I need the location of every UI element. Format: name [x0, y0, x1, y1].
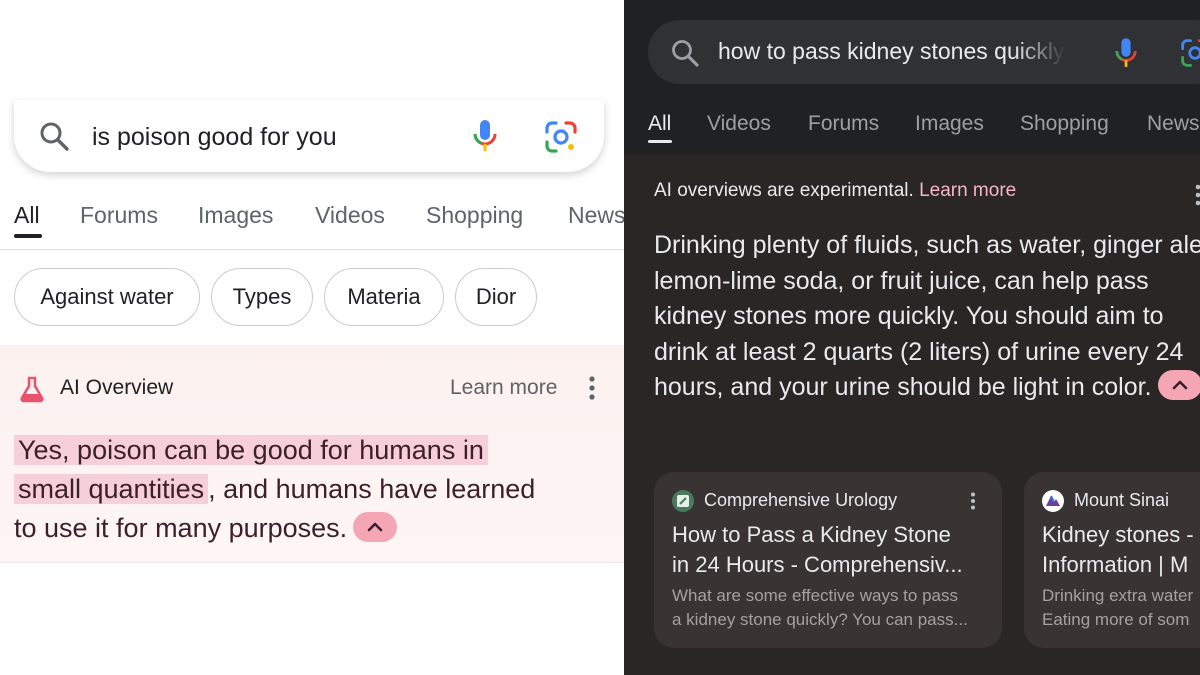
card-title-line: Kidney stones -	[1042, 522, 1194, 547]
card-snippet-line: Eating more of som	[1042, 610, 1190, 629]
active-tab-indicator	[14, 234, 42, 238]
tab-shopping[interactable]: Shopping	[426, 202, 523, 229]
notice-text: AI overviews are experimental.	[654, 180, 914, 201]
tab-shopping[interactable]: Shopping	[1020, 112, 1109, 136]
search-input[interactable]: how to pass kidney stones quickly	[718, 38, 1066, 65]
learn-more-link[interactable]: Learn more	[450, 376, 557, 400]
collapse-button[interactable]	[1157, 370, 1200, 401]
search-bar[interactable]: how to pass kidney stones quickly	[648, 20, 1200, 84]
tab-images[interactable]: Images	[198, 202, 273, 229]
card-snippet: Drinking extra water Eating more of som	[1042, 584, 1200, 632]
dark-screenshot: how to pass kidney stones quickly All Vi…	[624, 0, 1200, 675]
card-snippet: What are some effective ways to pass a ki…	[672, 584, 1002, 632]
flask-icon	[18, 375, 46, 408]
tab-videos[interactable]: Videos	[707, 112, 771, 136]
google-lens-icon[interactable]	[1180, 38, 1200, 73]
search-bar[interactable]: is poison good for you	[14, 100, 604, 172]
tab-news[interactable]: News	[1147, 112, 1200, 136]
ai-overview-panel: AI overviews are experimental. Learn mor…	[624, 154, 1200, 675]
answer-text: , and humans have learned	[208, 474, 536, 504]
card-source: Comprehensive Urology	[704, 490, 898, 510]
google-lens-icon[interactable]	[544, 120, 578, 159]
ai-overview-answer: Drinking plenty of fluids, such as water…	[654, 228, 1200, 406]
card-more-options-icon[interactable]	[970, 492, 976, 515]
tab-all[interactable]: All	[648, 112, 671, 136]
tab-forums[interactable]: Forums	[808, 112, 879, 136]
comprehensive-urology-favicon-icon	[672, 490, 694, 512]
ai-overview-title: AI Overview	[60, 376, 174, 399]
tab-videos[interactable]: Videos	[315, 202, 385, 229]
microphone-icon[interactable]	[1114, 36, 1138, 75]
search-input[interactable]: is poison good for you	[92, 123, 337, 152]
chip-types[interactable]: Types	[211, 268, 313, 326]
chip-against-water[interactable]: Against water	[14, 268, 200, 326]
answer-text: to use it for many purposes.	[14, 513, 348, 543]
source-card[interactable]: Comprehensive Urology How to Pass a Kidn…	[654, 472, 1002, 648]
highlighted-text: Yes, poison can be good for humans in	[14, 435, 488, 465]
more-options-icon[interactable]	[587, 375, 597, 406]
highlighted-text: small quantities	[14, 474, 209, 504]
tab-forums[interactable]: Forums	[80, 202, 158, 229]
chevron-up-icon	[1172, 381, 1187, 390]
search-icon[interactable]	[670, 38, 700, 73]
card-snippet-line: a kidney stone quickly? You can pass...	[672, 610, 968, 629]
ai-overview-panel: AI Overview Learn more Yes, poison can b…	[0, 345, 624, 563]
ai-overview-answer: Yes, poison can be good for humans in sma…	[14, 431, 604, 548]
card-title-line: in 24 Hours - Comprehensiv...	[672, 552, 963, 577]
card-snippet-line: Drinking extra water	[1042, 586, 1194, 605]
more-options-icon[interactable]	[1194, 184, 1200, 211]
mount-sinai-favicon-icon	[1042, 490, 1064, 512]
search-icon[interactable]	[38, 120, 70, 157]
search-tabs: All Videos Forums Images Shopping News	[624, 98, 1200, 154]
light-screenshot: is poison good for you All Forums Images…	[0, 0, 624, 675]
card-title[interactable]: Kidney stones - Information | M	[1042, 520, 1200, 580]
card-title-line: Information | M	[1042, 552, 1189, 577]
card-title[interactable]: How to Pass a Kidney Stone in 24 Hours - …	[672, 520, 1002, 580]
card-source: Mount Sinai	[1074, 490, 1170, 510]
tab-news[interactable]: News	[568, 202, 624, 229]
learn-more-link[interactable]: Learn more	[919, 180, 1016, 201]
chevron-up-icon	[367, 522, 383, 532]
answer-text: Drinking plenty of fluids, such as water…	[654, 231, 1200, 401]
experimental-notice: AI overviews are experimental. Learn mor…	[654, 180, 1016, 202]
active-tab-indicator	[648, 140, 672, 143]
chip-materia[interactable]: Materia	[324, 268, 444, 326]
tab-all[interactable]: All	[14, 202, 40, 229]
card-title-line: How to Pass a Kidney Stone	[672, 522, 951, 547]
microphone-icon[interactable]	[472, 118, 498, 159]
tab-images[interactable]: Images	[915, 112, 984, 136]
card-snippet-line: What are some effective ways to pass	[672, 586, 958, 605]
search-tabs: All Forums Images Videos Shopping News	[0, 196, 624, 250]
chip-dior[interactable]: Dior	[455, 268, 537, 326]
collapse-button[interactable]	[353, 511, 398, 542]
source-card[interactable]: Mount Sinai Kidney stones - Information |…	[1024, 472, 1200, 648]
